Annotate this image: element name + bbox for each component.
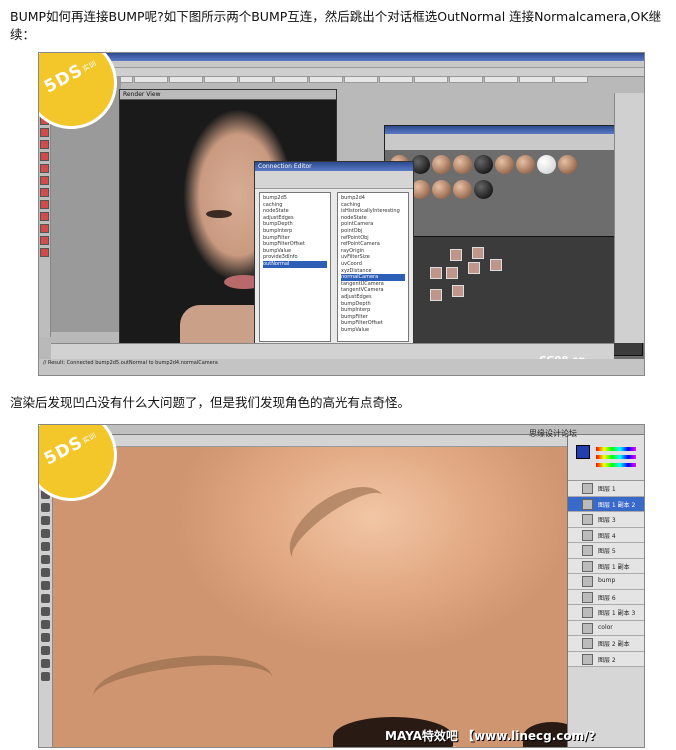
badge-sub: 实训 [81,431,98,446]
list-item[interactable]: adjustEdges [263,215,327,222]
layer-row[interactable]: 图层 1 副本 [568,558,644,574]
maya-bar-watermark: MAYA特效吧 【www.linecg.com/?leba/4745】 [385,729,596,747]
list-item[interactable]: bumpFilter [263,235,327,242]
list-item[interactable]: caching [341,202,405,209]
layer-row[interactable]: color [568,620,644,636]
layer-row[interactable]: 图层 1 副本 3 [568,605,644,621]
skin-texture-canvas[interactable] [53,447,581,747]
list-item[interactable]: bumpValue [341,327,405,334]
command-line-status: // Result: Connected bump2d5.outNormal t… [39,359,644,375]
timeline[interactable] [51,343,614,359]
maya-menu-bar [39,61,644,68]
ps-layers-panel: 图层 1 图层 1 副本 2 图层 3 图层 4 图层 5 图层 1 副本 bu… [567,435,644,747]
photoshop-screenshot: 图层 1 图层 1 副本 2 图层 3 图层 4 图层 5 图层 1 副本 bu… [38,424,645,748]
maya-shelf [99,68,644,83]
list-item[interactable]: uvFilterSize [341,254,405,261]
connection-editor-title: Connection Editor [255,162,413,171]
list-item[interactable]: refPointObj [341,235,405,242]
list-item[interactable]: bump2d5 [263,195,327,202]
hypershade-window [384,125,644,365]
list-item[interactable]: tangentUCamera [341,281,405,288]
layer-row[interactable]: 图层 6 [568,589,644,605]
list-item[interactable]: nodeState [341,215,405,222]
intro-paragraph: BUMP如何再连接BUMP呢?如下图所示两个BUMP互连，然后跳出个对话框选Ou… [10,9,662,42]
list-item[interactable]: bumpDepth [341,301,405,308]
list-item[interactable]: tangentVCamera [341,287,405,294]
list-item-selected[interactable]: outNormal [263,260,327,268]
layer-row[interactable]: 图层 2 副本 [568,636,644,652]
list-item[interactable]: bumpFilter [341,314,405,321]
layer-row[interactable]: 图层 1 [568,481,644,497]
channel-box [614,93,644,343]
list-item[interactable]: isHistoricallyInteresting [341,208,405,215]
list-item[interactable]: bumpFilterOffset [341,320,405,327]
layer-row[interactable]: 图层 3 [568,512,644,528]
layer-row[interactable]: 图层 2 [568,651,644,667]
list-item[interactable]: bumpInterp [263,228,327,235]
maya-screenshot: Render View Connection Editor bump2d5 ca… [38,52,645,376]
list-item-selected[interactable]: normalCamera [341,274,405,281]
list-item[interactable]: caching [263,202,327,209]
badge-text: 5DS [40,60,87,98]
result-paragraph: 渲染后发现凹凸没有什么大问题了，但是我们发现角色的高光有点奇怪。 [10,395,411,410]
list-item[interactable]: provide3dInfo [263,254,327,261]
list-item[interactable]: nodeState [263,208,327,215]
list-item[interactable]: uvCoord [341,261,405,268]
badge-text: 5DS [40,432,87,470]
list-item[interactable]: pointCamera [341,221,405,228]
material-swatches [389,154,599,199]
maya-title-bar [39,53,644,61]
list-item[interactable]: adjustEdges [341,294,405,301]
list-item[interactable]: bump2d4 [341,195,405,202]
list-item[interactable]: refPointCamera [341,241,405,248]
inputs-list[interactable]: bump2d4 caching isHistoricallyInterestin… [337,192,409,342]
list-item[interactable]: bumpInterp [341,307,405,314]
list-item[interactable]: rayOrigin [341,248,405,255]
layer-row[interactable]: bump [568,574,644,590]
list-item[interactable]: bumpFilterOffset [263,241,327,248]
outputs-list[interactable]: bump2d5 caching nodeState adjustEdges bu… [259,192,331,342]
layer-row[interactable]: 图层 4 [568,527,644,543]
list-item[interactable]: bumpDepth [263,221,327,228]
list-item[interactable]: pointObj [341,228,405,235]
render-view-title: Render View [120,90,336,100]
connection-editor-window: Connection Editor bump2d5 caching nodeSt… [254,161,414,362]
hypershade-work-area [389,236,643,356]
layer-row[interactable]: 图层 5 [568,543,644,559]
color-picker[interactable] [568,435,644,481]
list-item[interactable]: bumpValue [263,248,327,255]
list-item[interactable]: xyzDistance [341,268,405,275]
top-watermark: 思缘设计论坛 [529,429,577,438]
badge-sub: 实训 [81,59,98,74]
layer-row-selected[interactable]: 图层 1 副本 2 [568,496,644,512]
